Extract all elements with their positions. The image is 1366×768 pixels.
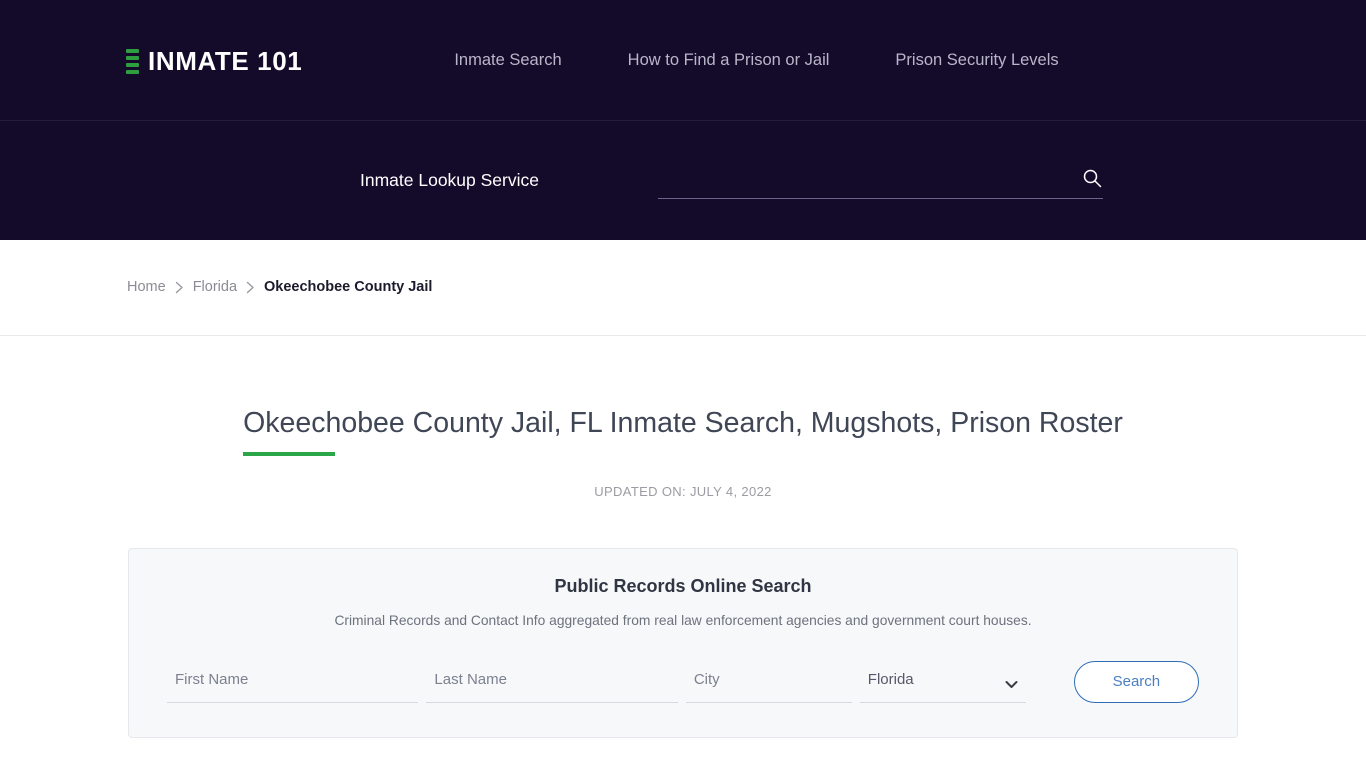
lookup-search-field [658, 162, 1103, 199]
state-select[interactable]: Florida [859, 664, 1026, 703]
city-input[interactable] [685, 664, 852, 703]
public-records-panel: Public Records Online Search Criminal Re… [128, 548, 1238, 738]
breadcrumb-item-current: Okeechobee County Jail [264, 279, 433, 296]
brand-logo[interactable]: INMATE 101 [126, 48, 302, 74]
title-accent-bar [243, 452, 336, 457]
search-input[interactable] [658, 163, 1103, 199]
panel-subtitle: Criminal Records and Contact Info aggreg… [334, 613, 1032, 629]
lookup-service-label: Inmate Lookup Service [360, 169, 539, 190]
last-name-input[interactable] [426, 664, 678, 703]
chevron-right-icon [175, 281, 184, 294]
public-records-form: Florida Search [167, 660, 1199, 703]
city-field [685, 663, 852, 703]
breadcrumb-item-florida[interactable]: Florida [193, 280, 237, 295]
logo-bars-icon [126, 48, 139, 74]
search-icon[interactable] [1081, 167, 1103, 189]
page-title-block: Okeechobee County Jail, FL Inmate Search… [0, 336, 1366, 457]
panel-title: Public Records Online Search [554, 576, 812, 597]
inmate-lookup-bar: Inmate Lookup Service [0, 121, 1366, 240]
breadcrumb: Home Florida Okeechobee County Jail [127, 280, 432, 295]
first-name-field [167, 663, 419, 703]
brand-name: INMATE 101 [148, 45, 303, 76]
chevron-right-icon [246, 281, 255, 294]
site-header: INMATE 101 Inmate Search How to Find a P… [0, 0, 1366, 121]
nav-item-how-to-find-a-prison-or-jail[interactable]: How to Find a Prison or Jail [628, 52, 830, 69]
breadcrumb-item-home[interactable]: Home [127, 280, 166, 295]
main-content: Okeechobee County Jail, FL Inmate Search… [0, 336, 1366, 738]
nav-item-prison-security-levels[interactable]: Prison Security Levels [895, 52, 1058, 69]
main-navigation: Inmate Search How to Find a Prison or Ja… [454, 52, 1058, 69]
nav-item-inmate-search[interactable]: Inmate Search [454, 52, 561, 69]
breadcrumb-bar: Home Florida Okeechobee County Jail [0, 240, 1366, 336]
first-name-input[interactable] [167, 664, 419, 703]
records-search-button[interactable]: Search [1073, 660, 1199, 703]
updated-on-label: UPDATED ON: JULY 4, 2022 [594, 484, 772, 500]
last-name-field [426, 663, 678, 703]
page-title-text: Okeechobee County Jail, FL Inmate Search… [243, 407, 1123, 439]
state-field: Florida [859, 663, 1026, 703]
page-title: Okeechobee County Jail, FL Inmate Search… [243, 406, 1123, 457]
